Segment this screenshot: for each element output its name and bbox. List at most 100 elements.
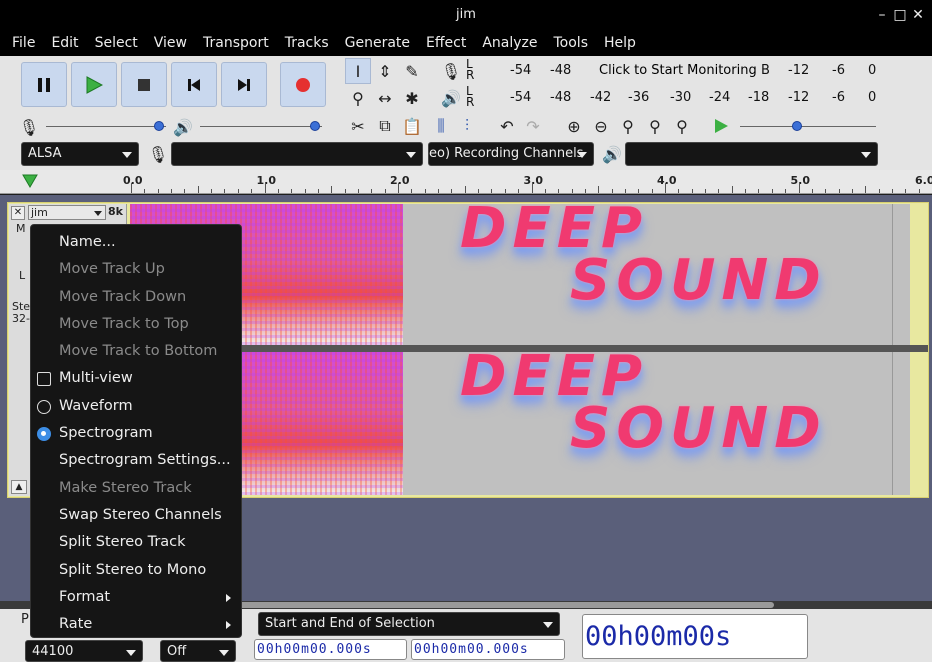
context-menu-item-rate[interactable]: Rate [31,611,241,638]
slider-knob[interactable] [154,121,164,131]
menu-help[interactable]: Help [596,30,644,56]
draw-tool[interactable]: ✎ [399,58,425,84]
context-menu-item-split-stereo-to-mono[interactable]: Split Stereo to Mono [31,557,241,584]
recording-device-select[interactable] [171,142,423,166]
skip-start-icon [188,78,200,91]
fit-project-icon: ⚲ [649,116,661,136]
menu-edit[interactable]: Edit [43,30,86,56]
trim-button[interactable]: ⫼ [428,113,454,139]
time-shift-tool[interactable]: ↔ [372,85,398,111]
selection-tool[interactable]: I [345,58,371,84]
track-menu-button[interactable]: jim [28,205,106,220]
selection-start-time[interactable]: 00h00m00.000s [254,639,407,660]
record-meter-button[interactable]: 🎙 [438,58,464,84]
play-meter[interactable]: -54 -48 -42 -36 -30 -24 -18 -12 -6 0 [480,86,880,110]
monitor-prompt[interactable]: Click to Start Monitoring [599,63,757,78]
snap-to-select[interactable]: Off [160,640,236,662]
menu-transport[interactable]: Transport [195,30,277,56]
context-menu-label: Rate [59,616,93,633]
context-menu-label: Multi-view [59,370,133,387]
silence-button[interactable]: ⫶ [454,113,480,139]
playback-device-select[interactable] [625,142,878,166]
multi-tool[interactable]: ✱ [399,85,425,111]
context-menu-item-name[interactable]: Name... [31,229,241,256]
context-menu-item-format[interactable]: Format [31,584,241,611]
stop-icon [138,78,150,91]
slider-knob[interactable] [310,121,320,131]
redo-button[interactable]: ↷ [520,113,546,139]
slider-knob[interactable] [792,121,803,131]
recording-channels-select[interactable]: eo) Recording Channels [428,142,594,166]
context-menu-item-make-stereo-track[interactable]: Make Stereo Track [31,475,241,502]
playback-volume-slider[interactable] [200,120,322,134]
context-menu-item-swap-stereo-channels[interactable]: Swap Stereo Channels [31,502,241,529]
skip-to-start-button[interactable] [171,62,217,107]
project-rate-select[interactable]: 44100 [25,640,143,662]
context-menu-item-multi-view[interactable]: Multi-view [31,365,241,392]
context-menu-item-move-track-up[interactable]: Move Track Up [31,256,241,283]
menu-view[interactable]: View [146,30,195,56]
play-meter-tick: 0 [868,90,877,105]
record-button[interactable] [280,62,326,107]
scrollbar-thumb[interactable] [200,602,774,608]
fit-selection-icon: ⚲ [622,116,634,136]
zoom-tool[interactable]: ⚲ [345,85,371,111]
menu-effect[interactable]: Effect [418,30,474,56]
context-menu-item-spectrogram[interactable]: Spectrogram [31,420,241,447]
record-volume-slider[interactable] [46,120,166,134]
context-menu-item-spectrogram-settings[interactable]: Spectrogram Settings... [31,447,241,474]
close-button[interactable]: ✕ [908,0,928,30]
audio-position-time[interactable]: 00h00m00s [582,614,808,659]
close-track-button[interactable]: ✕ [11,206,25,220]
menu-tools[interactable]: Tools [546,30,597,56]
skip-to-end-button[interactable] [221,62,267,107]
context-menu-item-split-stereo-track[interactable]: Split Stereo Track [31,529,241,556]
ruler-tick-mark [571,189,573,193]
zoom-toggle-button[interactable]: ⚲ [669,113,695,139]
record-meter[interactable]: -54 -48 Click to Start Monitoring B -12 … [480,59,880,83]
menu-generate[interactable]: Generate [337,30,418,56]
record-meter-tick: -6 [832,63,845,78]
menu-analyze[interactable]: Analyze [474,30,545,56]
undo-button[interactable]: ↶ [494,113,520,139]
ruler-tick-mark [731,186,733,193]
audio-host-select[interactable]: ALSA [21,142,139,166]
cut-button[interactable]: ✂ [345,113,371,139]
context-menu-label: Split Stereo to Mono [59,561,207,578]
fit-selection-button[interactable]: ⚲ [615,113,641,139]
play-speed-slider[interactable] [740,120,876,134]
timeline-ruler[interactable]: 0.0 1.0 2.0 3.0 4.0 5.0 6.0 [0,170,932,194]
envelope-tool[interactable]: ⇕ [372,58,398,84]
collapse-track-button[interactable]: ▲ [11,480,27,494]
play-meter-button[interactable]: 🔊 [438,85,464,111]
fit-project-button[interactable]: ⚲ [642,113,668,139]
zoom-out-icon: ⊖ [594,116,608,136]
play-button[interactable] [71,62,117,107]
context-menu-item-waveform[interactable]: Waveform [31,393,241,420]
minimize-button[interactable]: – [872,0,892,30]
context-menu-item-move-track-down[interactable]: Move Track Down [31,284,241,311]
context-menu-item-move-track-to-bottom[interactable]: Move Track to Bottom [31,338,241,365]
selection-end-time[interactable]: 00h00m00.000s [411,639,565,660]
zoom-out-button[interactable]: ⊖ [588,113,614,139]
stop-button[interactable] [121,62,167,107]
menu-tracks[interactable]: Tracks [277,30,337,56]
menu-file[interactable]: File [4,30,43,56]
pause-button[interactable] [21,62,67,107]
copy-button[interactable]: ⧉ [372,113,398,139]
zoom-in-button[interactable]: ⊕ [561,113,587,139]
ruler-tick-mark [638,189,640,193]
radio-icon [37,399,51,414]
mute-label[interactable]: M [16,222,26,235]
play-head-icon[interactable] [22,174,38,188]
spectrogram-channel-left[interactable]: DEEP SOUND [130,204,910,345]
context-menu-label: Name... [59,234,116,250]
context-menu-item-move-track-to-top[interactable]: Move Track to Top [31,311,241,338]
maximize-button[interactable]: □ [890,0,910,30]
menu-select[interactable]: Select [87,30,146,56]
paste-button[interactable]: 📋 [399,113,425,139]
play-at-speed-button[interactable] [708,113,734,139]
selection-mode-select[interactable]: Start and End of Selection [258,612,560,636]
zoom-toggle-icon: ⚲ [676,116,688,136]
spectrogram-channel-right[interactable]: DEEP SOUND [130,352,910,495]
